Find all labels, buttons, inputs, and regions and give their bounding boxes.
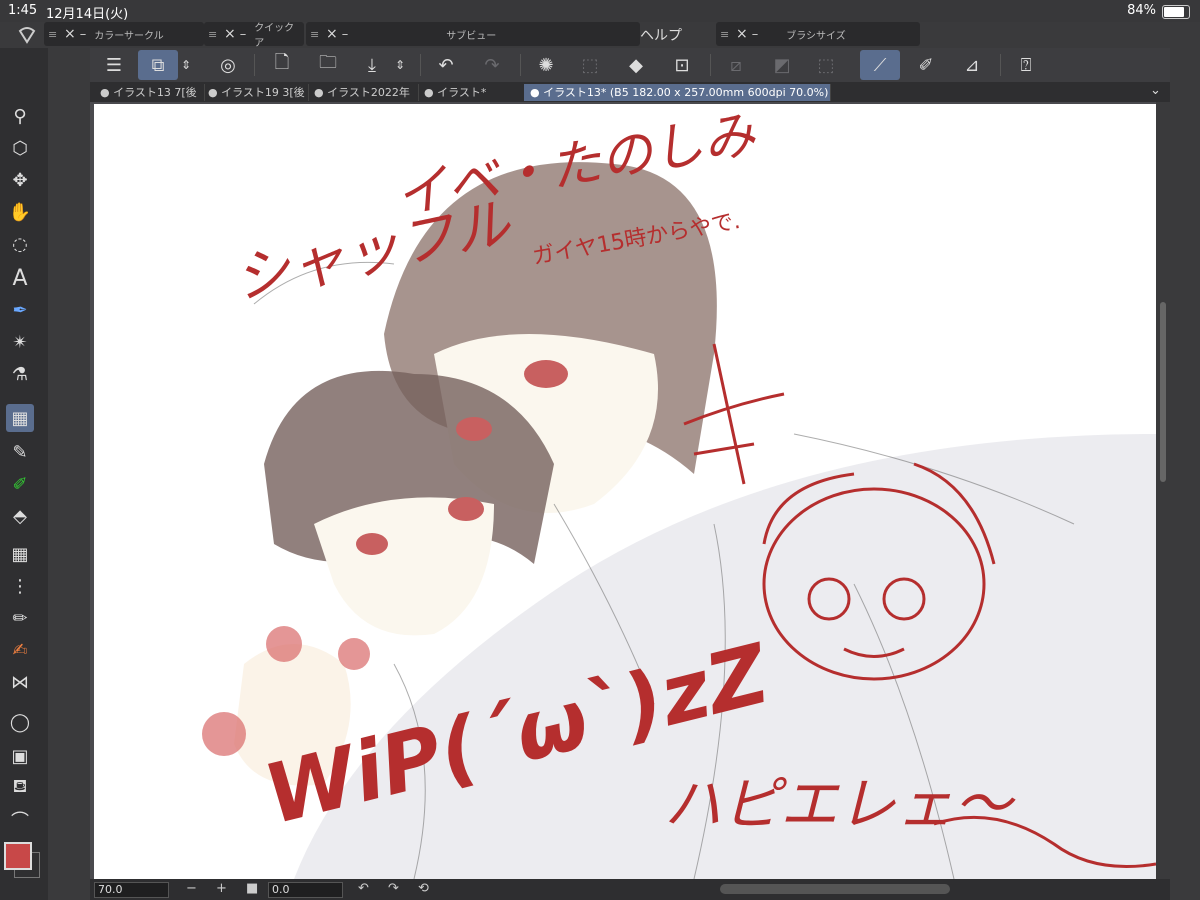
tab-illust-1[interactable]: ● イラスト13 7[後 (94, 84, 205, 101)
close-icon[interactable]: × (64, 26, 76, 42)
operation-icon[interactable]: ⬡ (6, 134, 34, 162)
reset-rotation-icon[interactable]: ⟲ (418, 881, 429, 896)
rotate-left-icon[interactable]: ↶ (358, 881, 369, 896)
fit-icon[interactable]: ■ (246, 881, 258, 896)
brush-icon[interactable]: ✐ (906, 50, 946, 80)
pattern-icon[interactable]: ▦ (6, 404, 34, 432)
minimize-icon[interactable]: – (240, 27, 247, 42)
balloon-icon[interactable]: ◯ (6, 708, 34, 736)
spiral-icon[interactable]: ◎ (208, 50, 248, 80)
brush-icon[interactable]: ✏ (6, 604, 34, 632)
transform-icon[interactable]: ⊡ (662, 50, 702, 80)
open-folder-icon[interactable]: 🗀 (308, 50, 348, 80)
bucket-icon[interactable]: ⛾ (6, 774, 34, 802)
battery-percent: 84% (1127, 3, 1156, 18)
screentone-icon[interactable]: ▦ (6, 540, 34, 568)
minimize-icon[interactable]: – (80, 27, 87, 42)
ruler-icon[interactable]: ⊿ (952, 50, 992, 80)
document-tabs: ● イラスト13 7[後 ● イラスト19 3[後 ● イラスト2022年 ● … (90, 82, 1170, 102)
minimize-icon[interactable]: – (342, 27, 349, 42)
tab-illust-4[interactable]: ● イラスト* (418, 84, 525, 101)
handwritten-happy-end: ハピエレェ〜 (664, 770, 1016, 838)
eyedropper-icon[interactable]: ⚗ (6, 360, 34, 388)
chevron-down-icon[interactable]: ⌄ (1150, 83, 1161, 98)
palette-brush-size[interactable]: ≡ × – ブラシサイズ (716, 22, 920, 46)
zoom-in-icon[interactable]: + (216, 881, 227, 896)
move-icon[interactable]: ✥ (6, 166, 34, 194)
eraser-icon[interactable]: ⬘ (6, 502, 34, 530)
grip-icon[interactable]: ≡ (208, 28, 220, 41)
save-icon[interactable]: ⤓ (352, 50, 392, 80)
pen-icon[interactable]: ✒ (6, 296, 34, 324)
loading-icon[interactable]: ✺ (526, 50, 566, 80)
zoom-icon[interactable]: ⚲ (6, 102, 34, 130)
palette-subview[interactable]: ≡ × – サブビュー (306, 22, 640, 46)
redo-icon[interactable]: ↷ (472, 50, 512, 80)
status-bar: 1:45 12月14日(火) 84% (0, 0, 1200, 22)
menu-help[interactable]: ヘルプ (640, 25, 682, 45)
layer-icon[interactable]: ⧉ (138, 50, 178, 80)
palette-quick-access[interactable]: ≡ × – クイックア (204, 22, 304, 49)
help-icon[interactable]: ⍰ (1006, 50, 1046, 80)
minimize-icon[interactable]: – (752, 27, 759, 42)
rotate-right-icon[interactable]: ↷ (388, 881, 399, 896)
angle-field[interactable]: 0.0 (268, 882, 343, 898)
decoration-icon[interactable]: ⋈ (6, 668, 34, 696)
command-bar: ☰ ⧉ ⇕ ◎ 🗋 🗀 ⤓ ⇕ ↶ ↷ ✺ ⬚ ◆ ⊡ ⧄ ◩ ⬚ ⟋ ✐ ⊿ … (90, 48, 1170, 82)
close-icon[interactable]: × (224, 26, 236, 42)
curve-icon[interactable]: ⌒ (6, 806, 34, 834)
drawing-canvas[interactable]: シャッフル イベ・たのしみ ガイヤ15時からやで. WiP(´ω`)zZ ハピエ… (94, 104, 1156, 879)
magic-wand-icon[interactable]: ✴ (6, 328, 34, 356)
text-icon[interactable]: A (6, 264, 34, 292)
tool-palette: ⚲ ⬡ ✥ ✋ ◌ A ✒ ✴ ⚗ ▦ ✎ ✐ ⬘ ▦ ⋮ ✏ ✍ ⋈ ◯ ▣ … (0, 48, 48, 900)
invert-icon[interactable]: ◩ (762, 50, 802, 80)
tool-subpalette (48, 48, 90, 900)
zoom-field[interactable]: 70.0 (94, 882, 169, 898)
close-icon[interactable]: × (736, 26, 748, 42)
brush-mode-icon[interactable]: ⟋ (860, 50, 900, 80)
navigator-bar: 70.0 − + ■ 0.0 ↶ ↷ ⟲ (90, 879, 1170, 900)
app-logo-icon[interactable] (16, 25, 38, 45)
stepper-icon[interactable]: ⇕ (178, 50, 194, 80)
grip-icon[interactable]: ≡ (720, 28, 732, 41)
stepper-icon[interactable]: ⇕ (392, 50, 408, 80)
grip-icon[interactable]: ≡ (48, 28, 60, 41)
date: 12月14日(火) (46, 7, 129, 22)
horizontal-scrollbar[interactable] (720, 884, 950, 894)
airbrush-icon[interactable]: ⋮ (6, 572, 34, 600)
pencil-icon[interactable]: ✎ (6, 438, 34, 466)
lasso-icon[interactable]: ◌ (6, 230, 34, 258)
menu-icon[interactable]: ☰ (94, 50, 134, 80)
fill-icon[interactable]: ◆ (616, 50, 656, 80)
new-file-icon[interactable]: 🗋 (262, 50, 302, 80)
palette-color-circle[interactable]: ≡ × – カラーサークル (44, 22, 204, 46)
crop-icon[interactable]: ⬚ (806, 50, 846, 80)
main-color-swatch[interactable] (4, 842, 32, 870)
zoom-out-icon[interactable]: − (186, 881, 197, 896)
clock: 1:45 (8, 3, 38, 18)
grip-icon[interactable]: ≡ (310, 28, 322, 41)
tab-illust-2[interactable]: ● イラスト19 3[後 (202, 84, 309, 101)
watercolor-icon[interactable]: ✍ (6, 636, 34, 664)
gradient-icon[interactable]: ▣ (6, 742, 34, 770)
select-icon[interactable]: ⬚ (570, 50, 610, 80)
battery-icon (1162, 5, 1190, 19)
artwork: シャッフル イベ・たのしみ ガイヤ15時からやで. WiP(´ω`)zZ ハピエ… (202, 104, 1156, 879)
vertical-scrollbar[interactable] (1156, 102, 1170, 879)
undo-icon[interactable]: ↶ (426, 50, 466, 80)
close-icon[interactable]: × (326, 26, 338, 42)
hand-icon[interactable]: ✋ (6, 198, 34, 226)
tab-illust-active[interactable]: ● イラスト13* (B5 182.00 x 257.00mm 600dpi 7… (524, 84, 831, 101)
tab-illust-3[interactable]: ● イラスト2022年 (308, 84, 419, 101)
marker-icon[interactable]: ✐ (6, 470, 34, 498)
clear-selection-icon[interactable]: ⧄ (716, 50, 756, 80)
